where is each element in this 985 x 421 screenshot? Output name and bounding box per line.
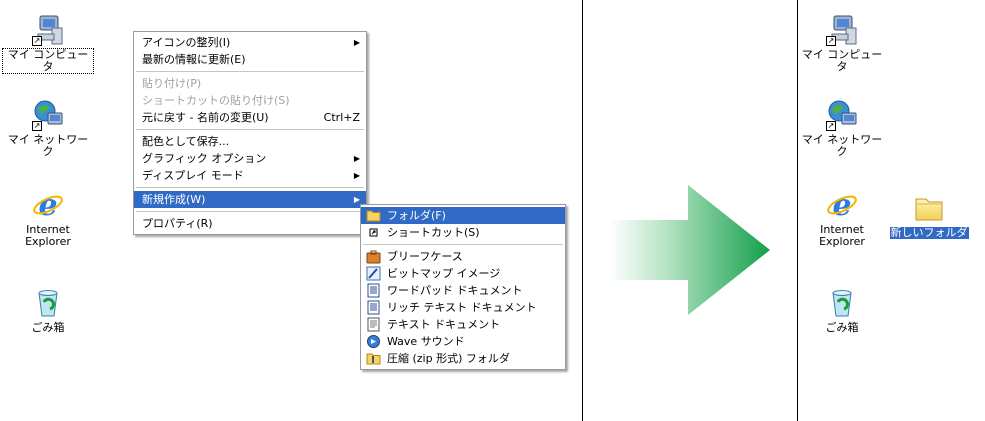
- desktop-icon-label: マイ コンピュータ: [801, 48, 883, 73]
- menu-separator: [136, 187, 364, 188]
- desktop-icon-label: マイ ネットワーク: [7, 133, 89, 158]
- desktop-icon-new-folder[interactable]: 新しいフォルダ: [884, 192, 974, 240]
- svg-text:e: e: [832, 189, 851, 221]
- menu-item-paste: 貼り付け(P): [134, 75, 366, 92]
- menu-item-label: 貼り付け(P): [142, 77, 202, 90]
- desktop-icon-recycle-bin[interactable]: ごみ箱: [797, 287, 887, 334]
- submenu-item-wave-sound[interactable]: Wave サウンド: [361, 333, 565, 350]
- desktop-icon-label: Internet Explorer: [819, 223, 865, 248]
- menu-item-refresh[interactable]: 最新の情報に更新(E): [134, 51, 366, 68]
- bitmap-icon: [366, 266, 381, 281]
- menu-item-shortcut: Ctrl+Z: [323, 111, 360, 124]
- submenu-item-folder[interactable]: フォルダ(F): [361, 207, 565, 224]
- new-submenu: フォルダ(F) ショートカット(S) ブリーフケース ビットマップ イメージ ワ…: [360, 204, 566, 370]
- wordpad-icon: [367, 283, 380, 298]
- menu-item-label: 圧縮 (zip 形式) フォルダ: [387, 352, 510, 365]
- menu-item-label: 配色として保存...: [142, 135, 230, 148]
- desktop-icon-label: ごみ箱: [825, 321, 859, 334]
- folder-icon: [366, 210, 381, 222]
- desktop-icon-my-computer[interactable]: ↗ マイ コンピュータ: [2, 14, 94, 74]
- menu-item-label: ビットマップ イメージ: [387, 267, 501, 280]
- my-network-icon: ↗: [826, 99, 858, 131]
- menu-separator: [363, 244, 563, 245]
- desktop-icon-label: マイ ネットワーク: [801, 133, 883, 158]
- menu-item-label: グラフィック オプション: [142, 152, 267, 165]
- wave-icon: [367, 335, 380, 348]
- menu-item-label: リッチ テキスト ドキュメント: [387, 301, 537, 314]
- text-doc-icon: [367, 317, 380, 332]
- recycle-bin-icon: [826, 287, 858, 319]
- submenu-item-zip-folder[interactable]: 圧縮 (zip 形式) フォルダ: [361, 350, 565, 367]
- desktop-icon-my-computer[interactable]: ↗ マイ コンピュータ: [797, 14, 887, 73]
- my-computer-icon: ↗: [32, 14, 64, 46]
- rtf-icon: [367, 300, 380, 315]
- desktop-icon-my-network[interactable]: ↗ マイ ネットワーク: [797, 99, 887, 158]
- menu-item-label: プロパティ(R): [142, 217, 213, 230]
- menu-item-label: ブリーフケース: [387, 250, 463, 263]
- menu-separator: [136, 71, 364, 72]
- desktop-icon-label: マイ コンピュータ: [2, 48, 94, 74]
- menu-separator: [136, 211, 364, 212]
- desktop-icon-label: Internet Explorer: [25, 223, 71, 248]
- svg-text:e: e: [38, 189, 57, 221]
- desktop-icon-internet-explorer[interactable]: e Internet Explorer: [3, 188, 93, 248]
- menu-item-label: ワードパッド ドキュメント: [387, 284, 523, 297]
- desktop-context-menu: アイコンの整列(I) ▶ 最新の情報に更新(E) 貼り付け(P) ショートカットの…: [133, 31, 367, 235]
- menu-item-label: アイコンの整列(I): [142, 36, 231, 49]
- menu-item-undo-rename[interactable]: 元に戻す - 名前の変更(U) Ctrl+Z: [134, 109, 366, 126]
- menu-item-label: 最新の情報に更新(E): [142, 53, 246, 66]
- shortcut-arrow-icon: ↗: [826, 36, 836, 46]
- menu-item-label: Wave サウンド: [387, 335, 465, 348]
- new-folder-name-editor[interactable]: 新しいフォルダ: [888, 226, 970, 240]
- menu-item-label: 元に戻す - 名前の変更(U): [142, 111, 269, 124]
- menu-item-label: テキスト ドキュメント: [387, 318, 501, 331]
- menu-item-properties[interactable]: プロパティ(R): [134, 215, 366, 232]
- desktop-before[interactable]: ↗ マイ コンピュータ ↗ マイ ネットワーク e Internet Explo…: [0, 0, 583, 421]
- submenu-item-bitmap[interactable]: ビットマップ イメージ: [361, 265, 565, 282]
- shortcut-arrow-icon: ↗: [32, 36, 42, 46]
- menu-item-arrange-icons[interactable]: アイコンの整列(I) ▶: [134, 34, 366, 51]
- internet-explorer-icon: e: [32, 188, 64, 223]
- submenu-item-rtf[interactable]: リッチ テキスト ドキュメント: [361, 299, 565, 316]
- shortcut-arrow-icon: ↗: [32, 121, 42, 131]
- menu-item-label: 新規作成(W): [142, 193, 206, 206]
- submenu-arrow-icon: ▶: [353, 171, 360, 180]
- desktop-after[interactable]: ↗ マイ コンピュータ ↗ マイ ネットワーク e Internet Explo…: [797, 0, 985, 421]
- submenu-arrow-icon: ▶: [353, 38, 360, 47]
- menu-item-label: ショートカット(S): [387, 226, 480, 239]
- submenu-item-shortcut[interactable]: ショートカット(S): [361, 224, 565, 241]
- menu-item-save-as-scheme[interactable]: 配色として保存...: [134, 133, 366, 150]
- submenu-item-text-document[interactable]: テキスト ドキュメント: [361, 316, 565, 333]
- menu-item-label: ショートカットの貼り付け(S): [142, 94, 290, 107]
- internet-explorer-icon: e: [826, 188, 858, 223]
- shortcut-arrow-icon: ↗: [826, 121, 836, 131]
- submenu-item-wordpad[interactable]: ワードパッド ドキュメント: [361, 282, 565, 299]
- desktop-icon-my-network[interactable]: ↗ マイ ネットワーク: [3, 99, 93, 158]
- my-network-icon: ↗: [32, 99, 64, 131]
- submenu-arrow-icon: ▶: [353, 154, 360, 163]
- shortcut-icon: [369, 228, 378, 237]
- menu-item-label: フォルダ(F): [387, 209, 446, 222]
- recycle-bin-icon: [32, 287, 64, 319]
- desktop-icon-internet-explorer[interactable]: e Internet Explorer: [797, 188, 887, 248]
- right-arrow-icon: [610, 185, 770, 315]
- menu-item-graphics-options[interactable]: グラフィック オプション ▶: [134, 150, 366, 167]
- desktop-icon-label: ごみ箱: [31, 321, 65, 334]
- submenu-item-briefcase[interactable]: ブリーフケース: [361, 248, 565, 265]
- desktop-icon-recycle-bin[interactable]: ごみ箱: [3, 287, 93, 334]
- menu-separator: [136, 129, 364, 130]
- my-computer-icon: ↗: [826, 14, 858, 46]
- transition-arrow: [610, 185, 780, 315]
- menu-item-label: ディスプレイ モード: [142, 169, 244, 182]
- folder-icon: [913, 192, 945, 224]
- zip-folder-icon: [366, 353, 381, 365]
- menu-item-new[interactable]: 新規作成(W) ▶: [134, 191, 366, 208]
- menu-item-display-mode[interactable]: ディスプレイ モード ▶: [134, 167, 366, 184]
- briefcase-icon: [366, 250, 381, 264]
- menu-item-paste-shortcut: ショートカットの貼り付け(S): [134, 92, 366, 109]
